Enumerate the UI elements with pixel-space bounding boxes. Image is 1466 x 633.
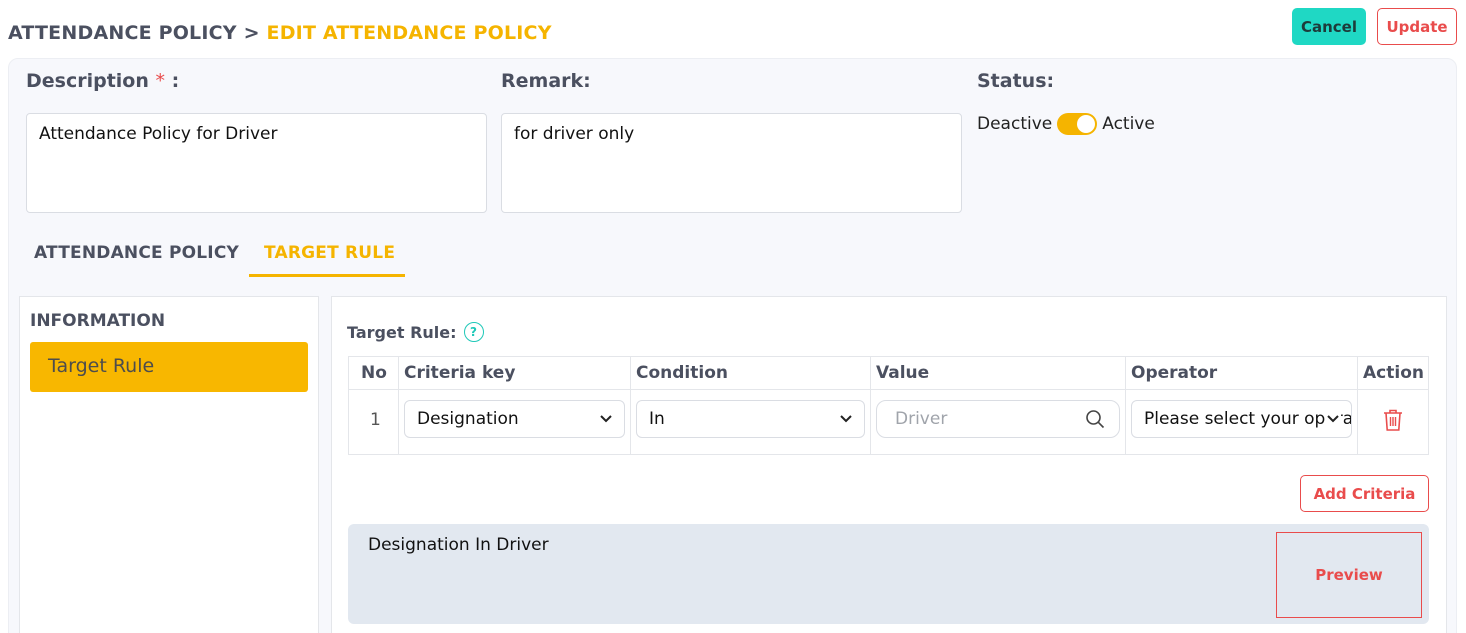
chevron-down-icon [600, 415, 612, 423]
criteria-key-value: Designation [417, 409, 519, 429]
column-divider [398, 357, 399, 454]
operator-select[interactable]: Please select your operator [1131, 400, 1352, 438]
breadcrumb-current: EDIT ATTENDANCE POLICY [266, 22, 552, 44]
description-label-colon: : [171, 70, 180, 92]
column-header-no: No [361, 363, 387, 383]
trash-icon[interactable] [1382, 408, 1404, 432]
status-toggle[interactable] [1057, 113, 1098, 135]
tab-attendance-policy[interactable]: ATTENDANCE POLICY [34, 243, 239, 263]
condition-select[interactable]: In [636, 400, 865, 438]
operator-value: Please select your operator [1144, 409, 1351, 429]
column-divider [1357, 357, 1358, 454]
condition-value: In [649, 409, 665, 429]
header-divider [349, 389, 1428, 390]
preview-button[interactable]: Preview [1276, 532, 1422, 618]
description-label: Description * : [26, 70, 179, 92]
chevron-down-icon [1325, 410, 1341, 426]
column-divider [870, 357, 871, 454]
column-header-criteria-key: Criteria key [404, 363, 516, 383]
column-divider [630, 357, 631, 454]
column-header-condition: Condition [636, 363, 728, 383]
information-title: INFORMATION [30, 311, 166, 331]
criteria-key-select[interactable]: Designation [404, 400, 625, 438]
help-circle-icon[interactable]: ? [463, 322, 484, 342]
update-button[interactable]: Update [1377, 8, 1457, 45]
status-label: Status: [977, 70, 1055, 92]
rule-preview-text: Designation In Driver [368, 535, 549, 555]
status-on-label: Active [1102, 114, 1155, 134]
column-divider [1125, 357, 1126, 454]
cancel-button[interactable]: Cancel [1292, 8, 1366, 45]
column-header-action: Action [1363, 363, 1424, 383]
search-icon[interactable] [1085, 409, 1105, 429]
description-textarea[interactable]: Attendance Policy for Driver [26, 113, 487, 213]
row-number: 1 [370, 410, 381, 430]
remark-textarea[interactable]: for driver only [501, 113, 962, 213]
toggle-knob [1077, 115, 1096, 133]
target-rule-label: Target Rule: ? [347, 322, 484, 342]
remark-label: Remark: [501, 70, 591, 92]
description-label-text: Description [26, 70, 149, 92]
breadcrumb: ATTENDANCE POLICY > EDIT ATTENDANCE POLI… [8, 22, 552, 44]
target-rule-label-text: Target Rule: [347, 322, 457, 342]
breadcrumb-separator: > [243, 22, 260, 44]
breadcrumb-root[interactable]: ATTENDANCE POLICY [8, 22, 237, 44]
status-off-label: Deactive [977, 114, 1053, 134]
sidebar-item-target-rule[interactable]: Target Rule [30, 342, 308, 392]
status-toggle-row: Deactive Active [977, 113, 1155, 135]
chevron-down-icon [840, 415, 852, 423]
value-placeholder: Driver [895, 409, 948, 429]
tab-target-rule[interactable]: TARGET RULE [264, 243, 395, 263]
column-header-value: Value [876, 363, 930, 383]
add-criteria-button[interactable]: Add Criteria [1300, 475, 1429, 512]
value-search-input[interactable]: Driver [876, 400, 1120, 438]
active-tab-indicator [249, 274, 405, 277]
column-header-operator: Operator [1131, 363, 1218, 383]
required-asterisk: * [155, 70, 166, 92]
